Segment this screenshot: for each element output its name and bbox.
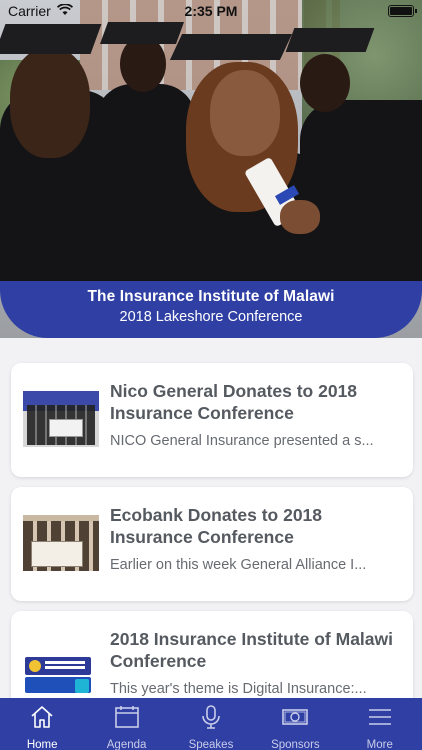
- graduate-hair: [10, 48, 90, 158]
- status-left: Carrier: [8, 3, 73, 19]
- news-title: 2018 Insurance Institute of Malawi Confe…: [110, 629, 393, 671]
- carrier-label: Carrier: [8, 3, 51, 19]
- graduate-hand: [280, 200, 320, 234]
- microphone-icon: [169, 703, 253, 731]
- banner-subtitle: 2018 Lakeshore Conference: [119, 309, 303, 325]
- graduate-gown: [96, 84, 196, 294]
- news-excerpt: This year's theme is Digital Insurance:.…: [110, 681, 367, 697]
- graduation-cap: [169, 34, 293, 60]
- menu-icon: [338, 703, 422, 731]
- tab-agenda[interactable]: Agenda: [85, 698, 169, 750]
- news-card[interactable]: Nico General Donates to 2018 Insurance C…: [11, 363, 413, 477]
- graduate-head: [120, 36, 166, 92]
- graduate-head: [300, 54, 350, 112]
- tab-home[interactable]: Home: [0, 698, 84, 750]
- news-thumbnail: [23, 391, 99, 447]
- tab-sponsors[interactable]: Sponsors: [253, 698, 337, 750]
- graduation-cap: [0, 24, 102, 54]
- graduation-cap: [99, 22, 185, 44]
- logo-mark: [75, 679, 89, 693]
- battery-fill: [390, 7, 412, 15]
- home-icon: [0, 703, 84, 731]
- news-title: Nico General Donates to 2018 Insurance C…: [110, 381, 358, 423]
- thumbnail-cheque: [31, 541, 83, 567]
- banner-title: The Insurance Institute of Malawi: [87, 288, 335, 305]
- tab-bar: Home Agenda Speakes Sponsors More: [0, 698, 422, 750]
- news-card[interactable]: Ecobank Donates to 2018 Insurance Confer…: [11, 487, 413, 601]
- news-thumbnail: [23, 515, 99, 571]
- calendar-icon: [85, 703, 169, 731]
- thumbnail-cheque: [49, 419, 83, 437]
- tab-speakers[interactable]: Speakes: [169, 698, 253, 750]
- wifi-icon: [56, 3, 73, 19]
- conference-banner: The Insurance Institute of Malawi 2018 L…: [0, 281, 422, 338]
- graduation-cap: [285, 28, 375, 52]
- news-excerpt: NICO General Insurance presented a s...: [110, 433, 374, 449]
- clock: 2:35 PM: [184, 3, 238, 19]
- tab-label: Sponsors: [271, 739, 320, 750]
- news-excerpt: Earlier on this week General Alliance I.…: [110, 557, 367, 573]
- news-thumbnail: [23, 649, 99, 698]
- banknote-icon: [253, 703, 337, 731]
- graduate-face: [210, 70, 280, 156]
- tab-label: More: [366, 739, 393, 750]
- logo-emblem: [29, 660, 41, 672]
- logo-lettering: [45, 661, 85, 664]
- news-list[interactable]: Nico General Donates to 2018 Insurance C…: [0, 338, 422, 698]
- tab-label: Home: [26, 739, 58, 750]
- news-title: Ecobank Donates to 2018 Insurance Confer…: [110, 505, 323, 547]
- battery-icon: [388, 5, 417, 17]
- status-bar: Carrier 2:35 PM: [0, 0, 422, 22]
- tab-more[interactable]: More: [338, 698, 422, 750]
- news-card[interactable]: 2018 Insurance Institute of Malawi Confe…: [11, 611, 413, 698]
- tab-label: Speakes: [188, 739, 234, 750]
- tab-label: Agenda: [106, 739, 147, 750]
